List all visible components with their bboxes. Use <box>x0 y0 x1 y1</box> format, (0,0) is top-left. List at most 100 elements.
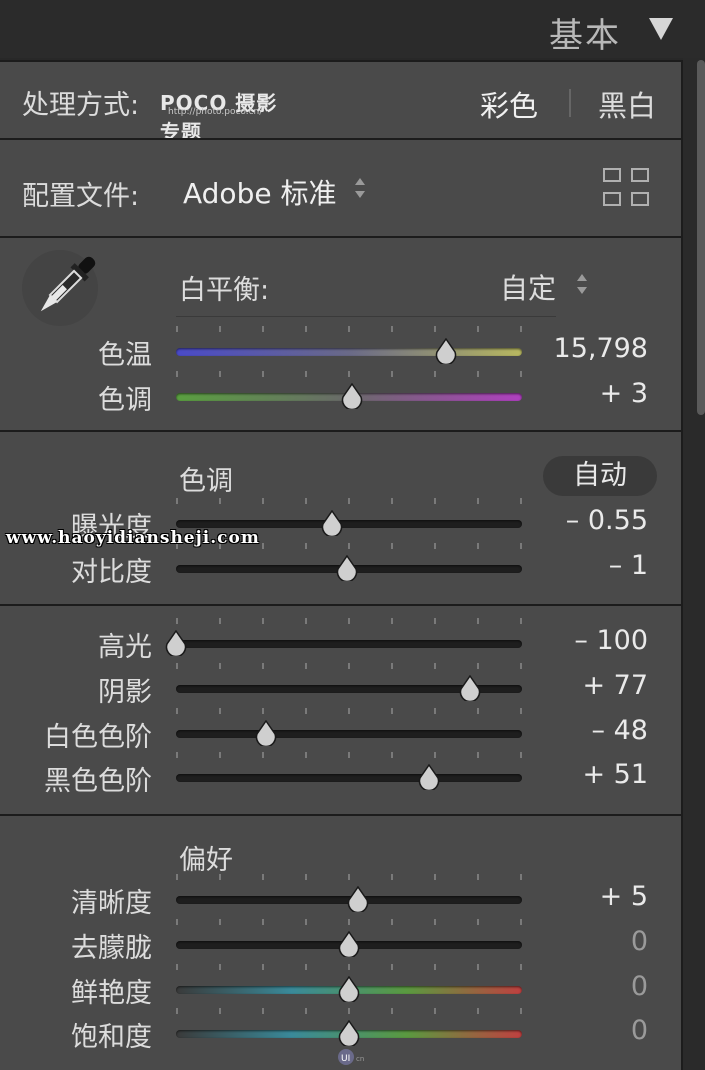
presence-2-value[interactable]: 0 <box>528 971 648 1002</box>
collapse-triangle-icon[interactable] <box>649 18 673 40</box>
presence-0-thumb[interactable] <box>345 886 371 912</box>
white-balance-0-thumb[interactable] <box>433 338 459 364</box>
tick-mark <box>305 964 307 970</box>
tone-1-thumb[interactable] <box>334 555 360 581</box>
tick-mark <box>219 752 221 758</box>
tick-mark <box>520 371 522 377</box>
tick-mark <box>391 618 393 624</box>
tick-mark <box>262 498 264 504</box>
scrollbar-thumb[interactable] <box>697 60 705 415</box>
white-balance-1-label: 色调 <box>98 385 152 416</box>
tick-mark <box>348 708 350 714</box>
tone-detail-3-thumb[interactable] <box>416 764 442 790</box>
treatment-divider <box>569 89 571 117</box>
tick-mark <box>391 543 393 549</box>
profile-select[interactable]: Adobe 标准 <box>183 172 336 212</box>
presence-3-label: 饱和度 <box>71 1022 152 1053</box>
presence-0-value[interactable]: + 5 <box>528 881 648 912</box>
tick-mark <box>348 1008 350 1014</box>
tick-mark <box>219 708 221 714</box>
tick-mark <box>520 964 522 970</box>
tone-detail-3-track[interactable] <box>176 774 522 782</box>
site-badge-icon: UI cn <box>338 1049 364 1065</box>
tone-0-thumb[interactable] <box>319 510 345 536</box>
tick-mark <box>391 498 393 504</box>
tick-mark <box>176 708 178 714</box>
tick-mark <box>219 964 221 970</box>
white-balance-0-track[interactable] <box>176 348 522 356</box>
tone-detail-0-track[interactable] <box>176 640 522 648</box>
tick-mark <box>348 498 350 504</box>
tick-mark <box>520 498 522 504</box>
white-balance-0-ticks <box>176 326 522 336</box>
tick-mark <box>305 663 307 669</box>
tick-mark <box>262 874 264 880</box>
presence-1-thumb[interactable] <box>336 931 362 957</box>
treatment-label: 处理方式: <box>22 90 140 121</box>
presence-1-value[interactable]: 0 <box>528 926 648 957</box>
tick-mark <box>348 752 350 758</box>
tick-mark <box>305 1008 307 1014</box>
white-balance-1-thumb[interactable] <box>339 383 365 409</box>
tick-mark <box>520 1008 522 1014</box>
tick-mark <box>219 663 221 669</box>
tone-detail-1-thumb[interactable] <box>457 675 483 701</box>
tone-1-value[interactable]: – 1 <box>528 550 648 581</box>
white-balance-0-value[interactable]: 15,798 <box>528 333 648 364</box>
tone-detail-2-value[interactable]: – 48 <box>528 715 648 746</box>
presence-2-thumb[interactable] <box>336 976 362 1002</box>
treatment-color-option[interactable]: 彩色 <box>480 83 538 125</box>
tick-mark <box>176 663 178 669</box>
tick-mark <box>434 964 436 970</box>
poco-logo: POCO 摄影专题 http://photo.poco.cn/ <box>160 87 290 144</box>
tone-detail-1-value[interactable]: + 77 <box>528 670 648 701</box>
tick-mark <box>477 498 479 504</box>
panel-title: 基本 <box>549 16 621 56</box>
tone-detail-2-thumb[interactable] <box>253 720 279 746</box>
presence-3-ticks <box>176 1008 522 1018</box>
tone-detail-2-track[interactable] <box>176 730 522 738</box>
tick-mark <box>262 371 264 377</box>
eyedropper-icon[interactable] <box>22 250 102 330</box>
tick-mark <box>434 874 436 880</box>
tick-mark <box>520 618 522 624</box>
tick-mark <box>520 663 522 669</box>
profile-updown-icon[interactable] <box>354 178 366 198</box>
profile-browser-grid-icon[interactable] <box>603 168 651 208</box>
tick-mark <box>305 874 307 880</box>
tick-mark <box>391 752 393 758</box>
treatment-bw-option[interactable]: 黑白 <box>598 83 656 125</box>
tick-mark <box>176 874 178 880</box>
tick-mark <box>477 1008 479 1014</box>
tone-detail-0-value[interactable]: – 100 <box>528 625 648 656</box>
white-balance-select[interactable]: 自定 <box>500 267 556 307</box>
tick-mark <box>434 543 436 549</box>
tone-0-ticks <box>176 498 522 508</box>
tick-mark <box>520 326 522 332</box>
tone-0-value[interactable]: – 0.55 <box>528 505 648 536</box>
tick-mark <box>477 874 479 880</box>
panel-header[interactable]: 基本 <box>0 0 705 58</box>
tone-detail-0-thumb[interactable] <box>163 630 189 656</box>
presence-2-ticks <box>176 964 522 974</box>
tick-mark <box>176 371 178 377</box>
tick-mark <box>477 663 479 669</box>
white-balance-1-value[interactable]: + 3 <box>528 378 648 409</box>
tick-mark <box>520 543 522 549</box>
presence-1-ticks <box>176 919 522 929</box>
tone-0-track[interactable] <box>176 520 522 528</box>
auto-tone-button[interactable]: 自动 <box>543 456 657 496</box>
tick-mark <box>176 919 178 925</box>
tick-mark <box>520 874 522 880</box>
presence-3-thumb[interactable] <box>336 1020 362 1046</box>
tick-mark <box>262 708 264 714</box>
tone-detail-3-ticks <box>176 752 522 762</box>
presence-3-value[interactable]: 0 <box>528 1015 648 1046</box>
tick-mark <box>520 919 522 925</box>
white-balance-label: 白平衡: <box>179 275 270 306</box>
tone-detail-3-value[interactable]: + 51 <box>528 759 648 790</box>
tick-mark <box>348 371 350 377</box>
tone-detail-2-ticks <box>176 708 522 718</box>
tick-mark <box>305 919 307 925</box>
white-balance-updown-icon[interactable] <box>576 274 588 294</box>
